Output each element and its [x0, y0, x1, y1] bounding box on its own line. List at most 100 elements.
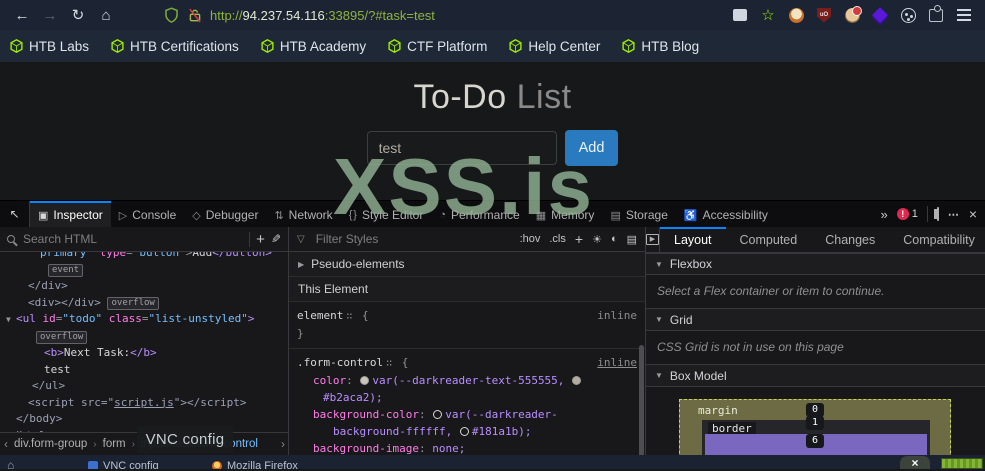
dark-theme-icon[interactable]: ◐ [611, 233, 618, 245]
taskbar-home-icon[interactable]: ⌂ [7, 456, 14, 469]
error-count-badge[interactable]: ! 1 [896, 208, 918, 220]
back-button[interactable]: ← [8, 3, 36, 27]
bookmark-star-icon[interactable]: ☆ [759, 6, 777, 24]
add-rule-icon[interactable]: + [575, 231, 583, 247]
useragent-extension-icon[interactable] [843, 5, 862, 24]
color-swatch[interactable] [360, 376, 370, 385]
breadcrumb-scroll-right-icon[interactable]: › [281, 437, 285, 451]
markup-row-close-ul[interactable]: </ul> [0, 378, 288, 395]
twisty-expanded-icon[interactable]: ▼ [6, 312, 16, 329]
home-button[interactable]: ⌂ [92, 3, 120, 27]
tracking-shield-icon[interactable] [162, 6, 180, 24]
taskbar-window-firefox[interactable]: Mozilla Firefox [212, 457, 298, 469]
tab-layout[interactable]: Layout [660, 227, 726, 252]
grid-section-header[interactable]: ▼ Grid [646, 308, 985, 332]
reload-button[interactable]: ↻ [64, 3, 92, 27]
border-top-value[interactable]: 1 [805, 416, 825, 431]
markup-row-script[interactable]: <script src="script.js"></script> [0, 395, 288, 412]
css-prop-color-wrap[interactable]: #b2aca2); [297, 389, 637, 406]
margin-top-value[interactable]: 0 [805, 403, 825, 418]
menu-hamburger-icon[interactable] [955, 6, 973, 24]
tab-network[interactable]: ⇅ Network [266, 201, 340, 227]
taskbar-window-vnc-config[interactable]: VNC config [88, 457, 159, 469]
filter-styles-input[interactable] [313, 231, 511, 247]
flex-highlighter-icon[interactable]: ∷ [383, 358, 395, 369]
rules-scrollbar[interactable] [639, 345, 644, 469]
extensions-puzzle-icon[interactable] [927, 4, 945, 24]
color-swatch[interactable] [459, 427, 469, 436]
devtools-menu-icon[interactable]: ⋯ [948, 208, 960, 221]
vnc-close-button[interactable]: × [900, 456, 930, 470]
task-input[interactable] [366, 131, 557, 165]
url-text[interactable]: http://94.237.54.116:33895/?#task=test [210, 8, 435, 23]
markup-row-event-badge[interactable]: event [0, 262, 288, 279]
debugger-icon: ◇ [192, 209, 201, 222]
insecure-lock-icon[interactable] [186, 6, 204, 24]
flex-highlighter-icon[interactable]: ∷ [343, 311, 355, 322]
rule-source-link[interactable]: inline [597, 354, 637, 371]
bookmark-ctf-platform[interactable]: CTF Platform [388, 39, 487, 54]
markup-row-bold[interactable]: <b>Next Task:</b> [0, 345, 288, 362]
split-console-icon[interactable] [936, 207, 939, 221]
tab-debugger[interactable]: ◇ Debugger [184, 201, 266, 227]
eyedropper-icon[interactable]: ✎ [271, 232, 281, 246]
script-js-link[interactable]: script.js [114, 396, 174, 409]
inspector-icon: ▣ [38, 209, 49, 222]
css-prop-background-color[interactable]: background-color: var(--darkreader- [297, 406, 637, 423]
light-theme-icon[interactable]: ☀ [592, 233, 602, 246]
bookmark-htb-certifications[interactable]: HTB Certifications [111, 39, 239, 54]
element-inline-rule[interactable]: element ∷ {inline } [289, 302, 645, 349]
breadcrumb-item-form[interactable]: form [103, 438, 126, 450]
create-node-icon[interactable]: + [256, 231, 265, 248]
markup-row-empty-div[interactable]: <div></div> overflow [0, 295, 288, 312]
css-prop-color[interactable]: color: var(--darkreader-text-555555, [297, 372, 637, 389]
sidebar-toggle-icon[interactable]: ▶ [646, 227, 660, 252]
tab-changes[interactable]: Changes [811, 227, 889, 252]
add-button[interactable]: Add [564, 130, 619, 166]
print-media-icon[interactable]: ▤ [627, 233, 637, 246]
tab-accessibility[interactable]: ♿ Accessibility [676, 201, 776, 227]
color-swatch[interactable] [433, 410, 443, 419]
pseudo-elements-header[interactable]: ▶ Pseudo-elements [289, 252, 645, 277]
tab-memory[interactable]: ▦ Memory [528, 201, 603, 227]
element-picker-icon[interactable]: ↖ [0, 201, 30, 227]
class-toggle[interactable]: .cls [549, 233, 566, 245]
forward-button[interactable]: → [36, 3, 64, 27]
tab-inspector[interactable]: ▣ Inspector [30, 201, 111, 227]
devtools-close-icon[interactable]: × [969, 206, 977, 222]
more-tabs-chevron[interactable]: » [880, 207, 887, 222]
tab-computed[interactable]: Computed [726, 227, 812, 252]
cookie-extension-icon[interactable] [899, 6, 917, 24]
tab-style-editor[interactable]: { } Style Editor [341, 201, 432, 227]
breadcrumb-scroll-left-icon[interactable]: ‹ [4, 437, 8, 451]
markup-row-text-node[interactable]: test [0, 362, 288, 379]
flexbox-section-header[interactable]: ▼ Flexbox [646, 252, 985, 276]
url-bar[interactable]: http://94.237.54.116:33895/?#task=test [162, 6, 731, 24]
bookmark-htb-academy[interactable]: HTB Academy [261, 39, 366, 54]
ublock-extension-icon[interactable]: uO [815, 6, 833, 24]
bookmark-help-center[interactable]: Help Center [509, 39, 600, 54]
tab-storage[interactable]: ▤ Storage [602, 201, 675, 227]
bookmark-htb-blog[interactable]: HTB Blog [622, 39, 699, 54]
boxmodel-section-header[interactable]: ▼ Box Model [646, 364, 985, 388]
padding-top-value[interactable]: 6 [805, 434, 825, 449]
breadcrumb-item-form-group[interactable]: div.form-group [14, 438, 87, 450]
css-prop-background-color-wrap[interactable]: background-ffffff, #181a1b); [297, 423, 637, 440]
reader-mode-icon[interactable] [731, 6, 749, 24]
tab-performance[interactable]: ◔ Performance [431, 201, 527, 227]
foxyproxy-extension-icon[interactable] [787, 6, 805, 24]
pseudo-class-toggle[interactable]: :hov [520, 233, 541, 245]
search-html-input[interactable] [21, 231, 244, 247]
bookmark-htb-labs[interactable]: HTB Labs [10, 39, 89, 54]
markup-row-overflow-badge[interactable]: overflow [0, 329, 288, 346]
wappalyzer-extension-icon[interactable] [871, 6, 889, 24]
console-icon: ▷ [118, 209, 128, 222]
tab-compatibility[interactable]: Compatibility [889, 227, 985, 252]
performance-icon: ◔ [439, 209, 446, 221]
color-swatch[interactable] [572, 376, 582, 385]
vnc-config-tooltip: VNC config [137, 426, 233, 453]
markup-row-ul-open[interactable]: ▼ <ul id="todo" class="list-unstyled"> [0, 311, 288, 329]
form-control-rule[interactable]: .form-control ∷ {inline color: var(--dark… [289, 349, 645, 469]
tab-console[interactable]: ▷ Console [111, 201, 185, 227]
markup-row-close-div[interactable]: </div> [0, 278, 288, 295]
